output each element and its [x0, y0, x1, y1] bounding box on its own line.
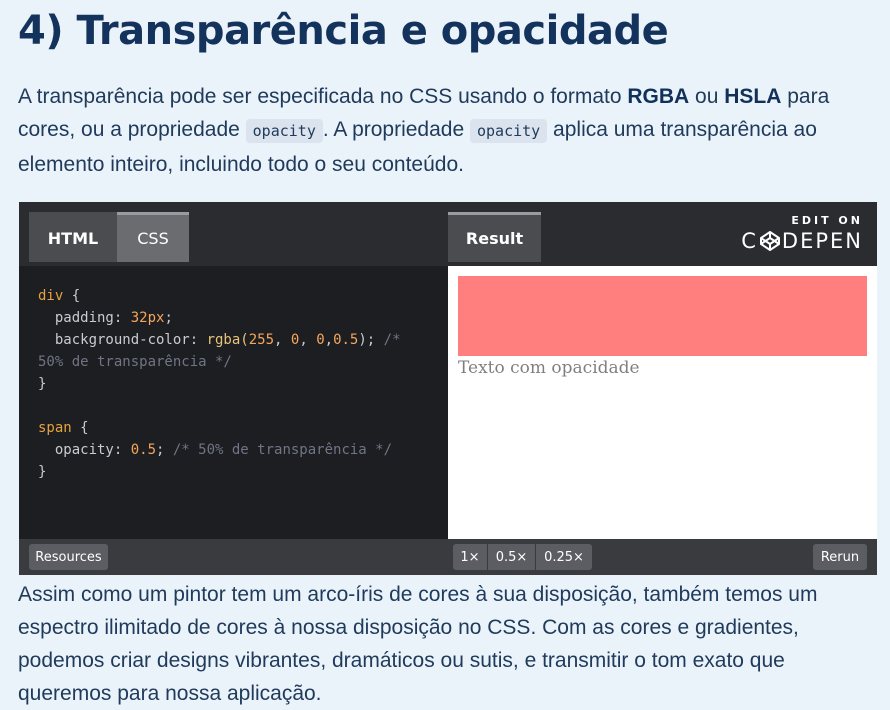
code-num-b: 0	[316, 332, 325, 348]
zoom-0-5x-button[interactable]: 0.5×	[488, 544, 535, 570]
code-close-brace: }	[38, 376, 47, 392]
result-opacity-text: Texto com opacidade	[458, 358, 640, 378]
code-prop-background: background-color:	[38, 332, 207, 348]
codepen-embed: HTML CSS Result EDIT ON C DEPEN div {pa…	[19, 202, 877, 575]
css-editor[interactable]: div { padding: 32px; background-color: r…	[19, 266, 448, 539]
code-comment-2: /* 50% de transparência */	[172, 442, 393, 458]
tab-css[interactable]: CSS	[117, 212, 189, 262]
code-semicolon-2: ;	[156, 442, 173, 458]
code-value-opacity: 0.5	[130, 442, 157, 458]
code-close-brace-2: }	[38, 464, 47, 480]
code-brace: {	[63, 288, 81, 304]
code-brace-2: {	[71, 420, 89, 436]
section-heading: 4) Transparência e opacidade	[18, 8, 669, 54]
intro-text-4: . A propriedade	[322, 118, 470, 141]
rerun-button[interactable]: Rerun	[813, 544, 867, 570]
code-paren: );	[358, 332, 384, 348]
codepen-brand-rest: DEPEN	[781, 229, 863, 253]
tab-html[interactable]: HTML	[29, 212, 117, 262]
codepen-brand-c: C	[741, 229, 758, 253]
resources-button[interactable]: Resources	[29, 544, 108, 570]
code-semicolon: ;	[164, 310, 173, 326]
zoom-1x-button[interactable]: 1×	[453, 544, 487, 570]
inline-code-opacity: opacity	[245, 119, 323, 143]
intro-paragraph: A transparência pode ser especificada no…	[18, 80, 888, 181]
edit-on-label: EDIT ON	[791, 214, 863, 227]
code-prop-padding: padding:	[38, 310, 131, 326]
code-fn-rgba: rgba(	[206, 332, 249, 348]
codepen-header: HTML CSS Result EDIT ON C DEPEN	[19, 202, 877, 266]
hsla-keyword: HSLA	[724, 85, 782, 108]
code-selector-div: div	[38, 288, 64, 304]
outro-paragraph: Assim como um pintor tem um arco-íris de…	[18, 583, 818, 705]
code-comment-1: 50% de transparência */	[38, 354, 232, 370]
rgba-keyword: RGBA	[627, 85, 690, 108]
tab-result[interactable]: Result	[448, 212, 541, 262]
code-prop-opacity: opacity:	[38, 442, 131, 458]
inline-code-opacity-2: opacity	[470, 119, 548, 143]
zoom-0-25x-button[interactable]: 0.25×	[536, 544, 592, 570]
codepen-cube-icon	[759, 231, 780, 251]
code-value-padding: 32px	[130, 310, 165, 326]
code-num-a: 0.5	[333, 332, 359, 348]
edit-on-codepen-link[interactable]: EDIT ON C DEPEN	[741, 214, 863, 253]
code-num-r: 255	[248, 332, 275, 348]
intro-text-1: A transparência pode ser especificada no…	[18, 85, 628, 108]
css-code: div { padding: 32px; background-color: r…	[38, 288, 401, 480]
code-comment-start: /*	[383, 332, 401, 348]
codepen-footer: Resources 1× 0.5× 0.25× Rerun	[19, 539, 877, 575]
result-preview: Texto com opacidade	[448, 266, 877, 539]
zoom-controls: 1× 0.5× 0.25×	[453, 544, 593, 570]
intro-text-2: ou	[689, 85, 725, 108]
code-selector-span: span	[38, 420, 72, 436]
codepen-logo: C DEPEN	[741, 229, 863, 253]
code-num-g: 0	[290, 332, 300, 348]
result-translucent-div	[458, 276, 867, 356]
